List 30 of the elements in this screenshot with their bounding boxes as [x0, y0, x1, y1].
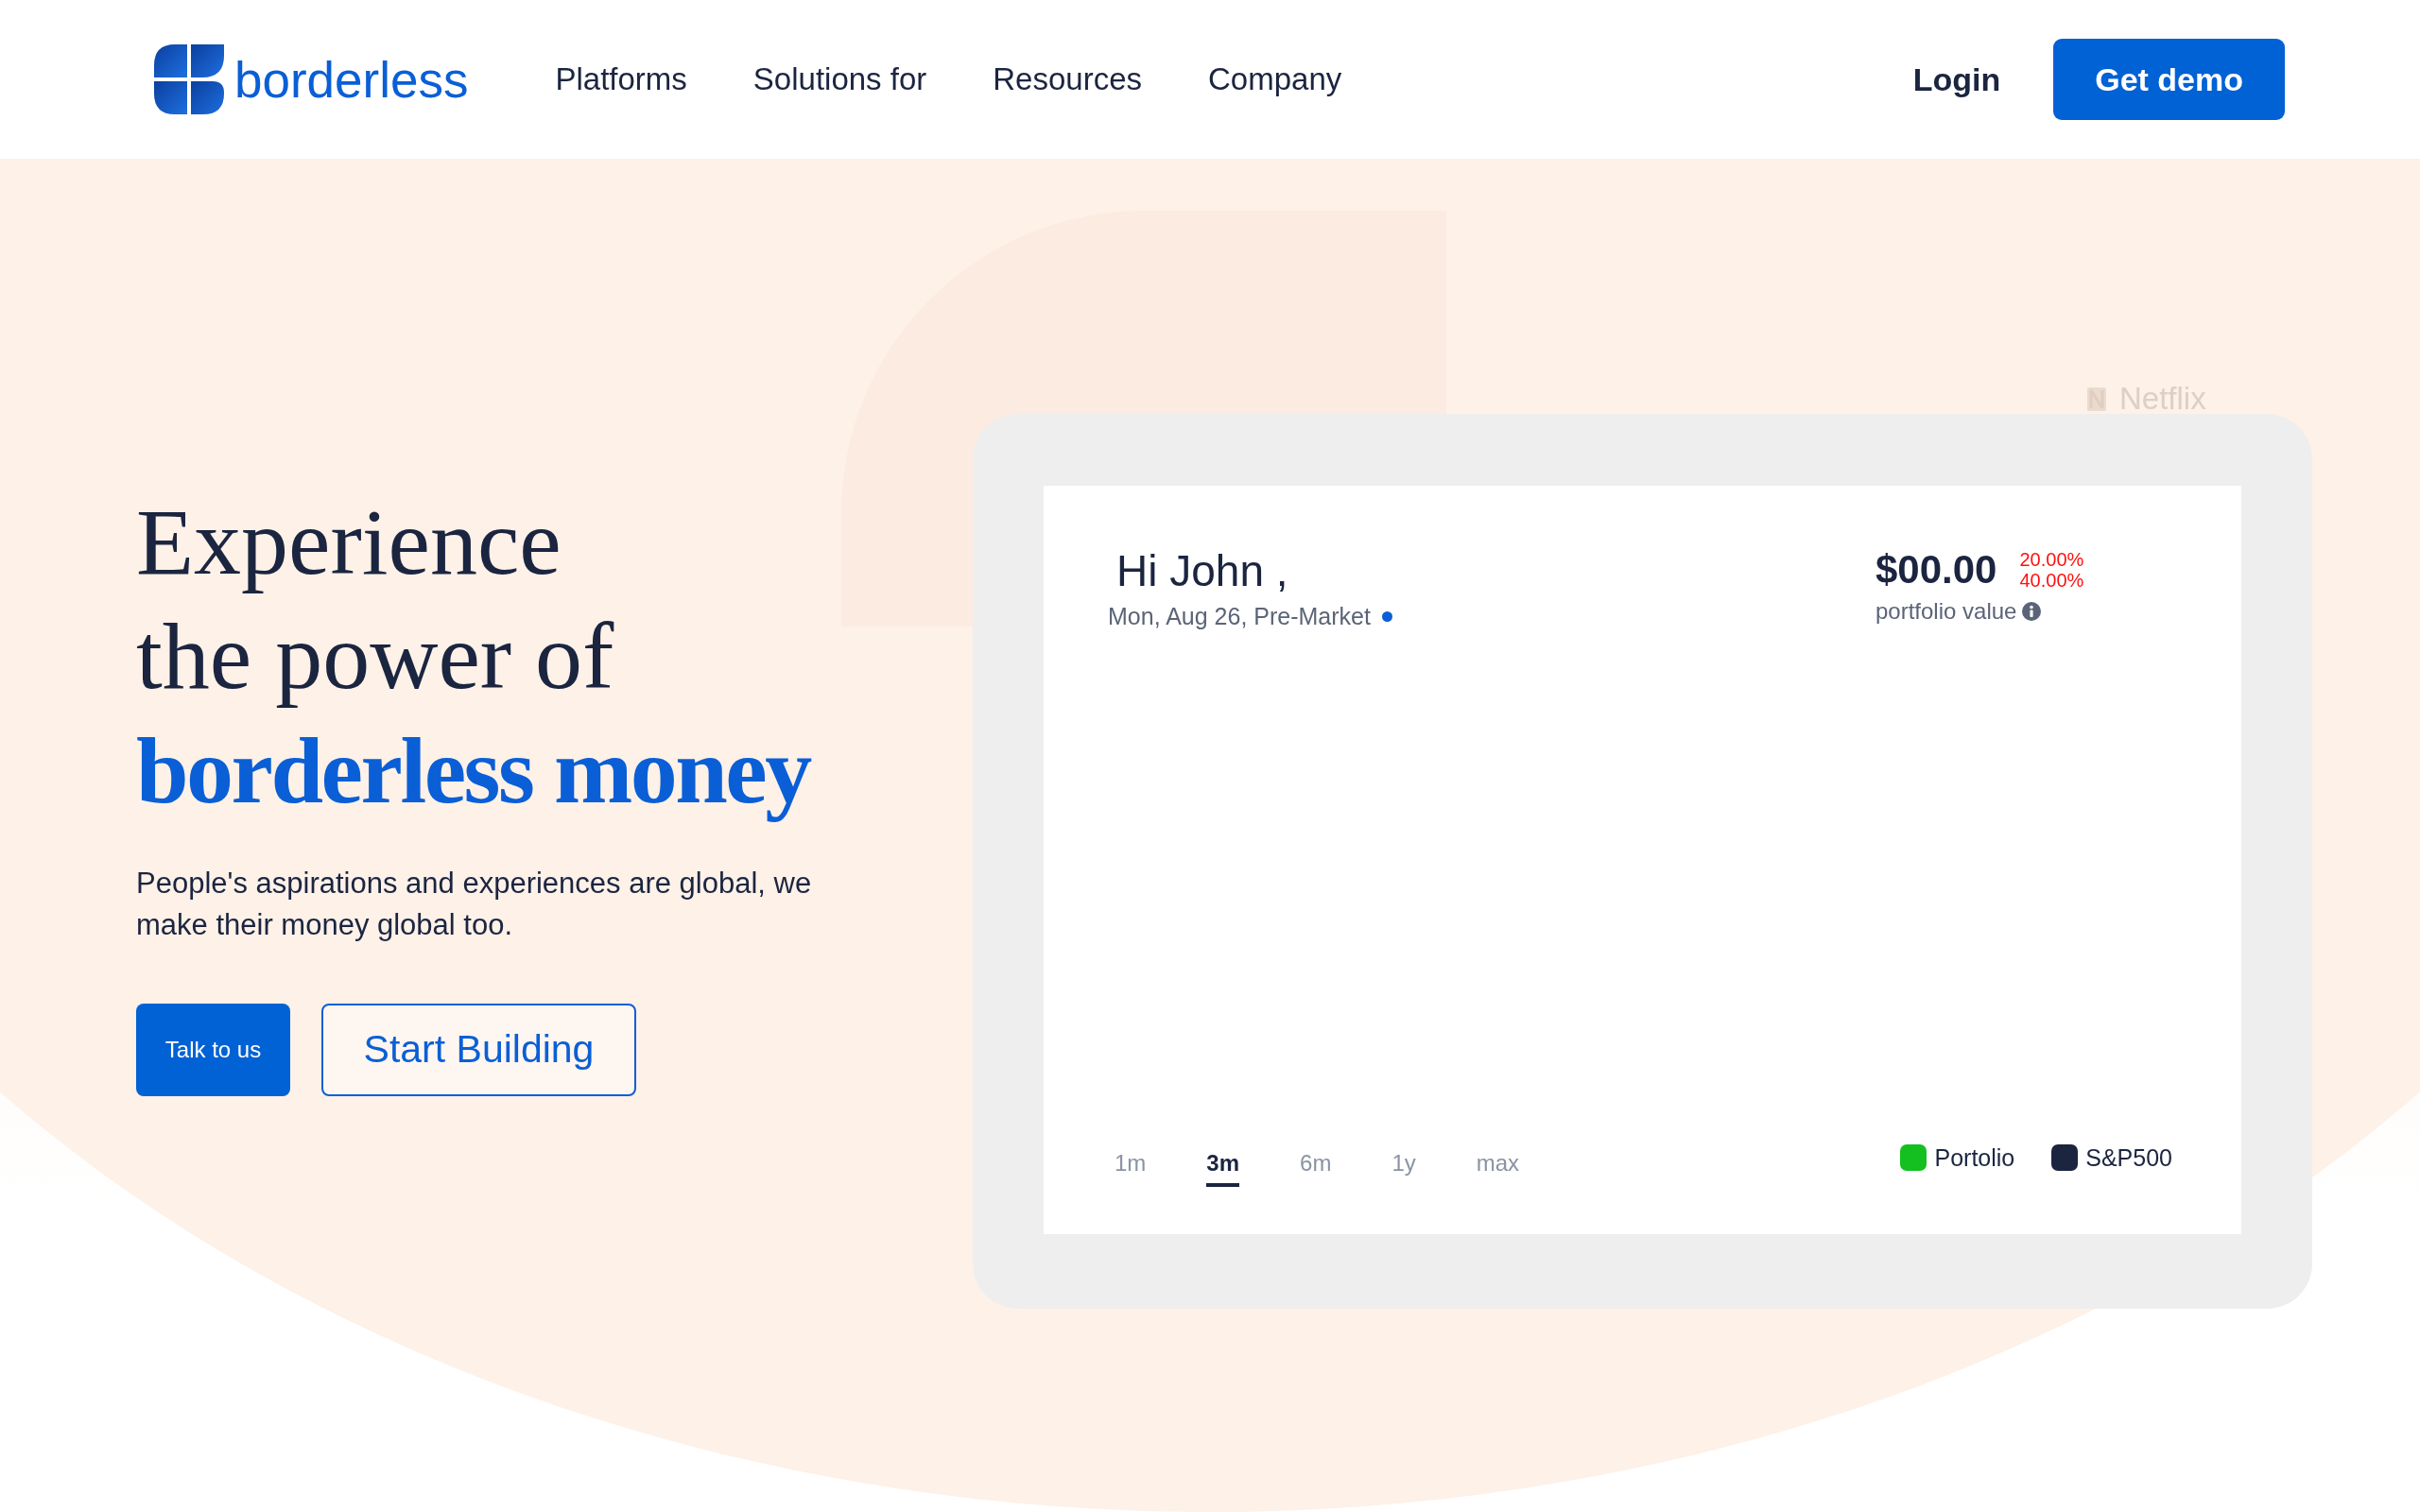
change-percent: 40.00%: [2019, 570, 2084, 591]
headline-line: Experience: [136, 489, 562, 596]
login-link[interactable]: Login: [1912, 55, 2001, 104]
range-tab[interactable]: 3m: [1206, 1149, 1240, 1187]
nav-link[interactable]: Solutions for: [752, 56, 927, 103]
range-tab[interactable]: 6m: [1300, 1149, 1332, 1187]
range-tab[interactable]: max: [1476, 1149, 1520, 1187]
portfolio-label: portfolio value: [1876, 597, 2017, 626]
primary-button[interactable]: Talk to us: [136, 1004, 290, 1096]
hero-description: People's aspirations and experiences are global, we make their money global too.: [136, 866, 813, 943]
info-icon[interactable]: [2022, 602, 2042, 621]
range-tab[interactable]: 1y: [1392, 1149, 1416, 1187]
nav-link[interactable]: Platforms: [555, 56, 687, 103]
legend-label: S&P500: [2085, 1143, 2172, 1172]
status-dot-icon: [1381, 610, 1392, 622]
date-text: Mon, Aug 26, Pre-Market: [1108, 602, 1371, 630]
portfolio-value: $00.00: [1876, 546, 1997, 593]
company-logo-icon: [2087, 387, 2106, 411]
change-percent: 20.00%: [2019, 549, 2084, 570]
headline-line: borderless money: [136, 717, 812, 825]
get-demo-button[interactable]: Get demo: [2053, 39, 2285, 120]
logo-icon[interactable]: [154, 44, 224, 114]
legend-label: Portolio: [1934, 1143, 2015, 1172]
nav-link[interactable]: Resources: [993, 56, 1142, 103]
greeting-text: Hi John ,: [1116, 546, 1289, 596]
range-tab[interactable]: 1m: [1115, 1149, 1147, 1187]
headline-line: the power of: [136, 603, 615, 711]
brand-name[interactable]: borderless: [234, 54, 469, 105]
outline-button[interactable]: Start Building: [321, 1004, 636, 1096]
nav-link[interactable]: Company: [1208, 56, 1342, 103]
